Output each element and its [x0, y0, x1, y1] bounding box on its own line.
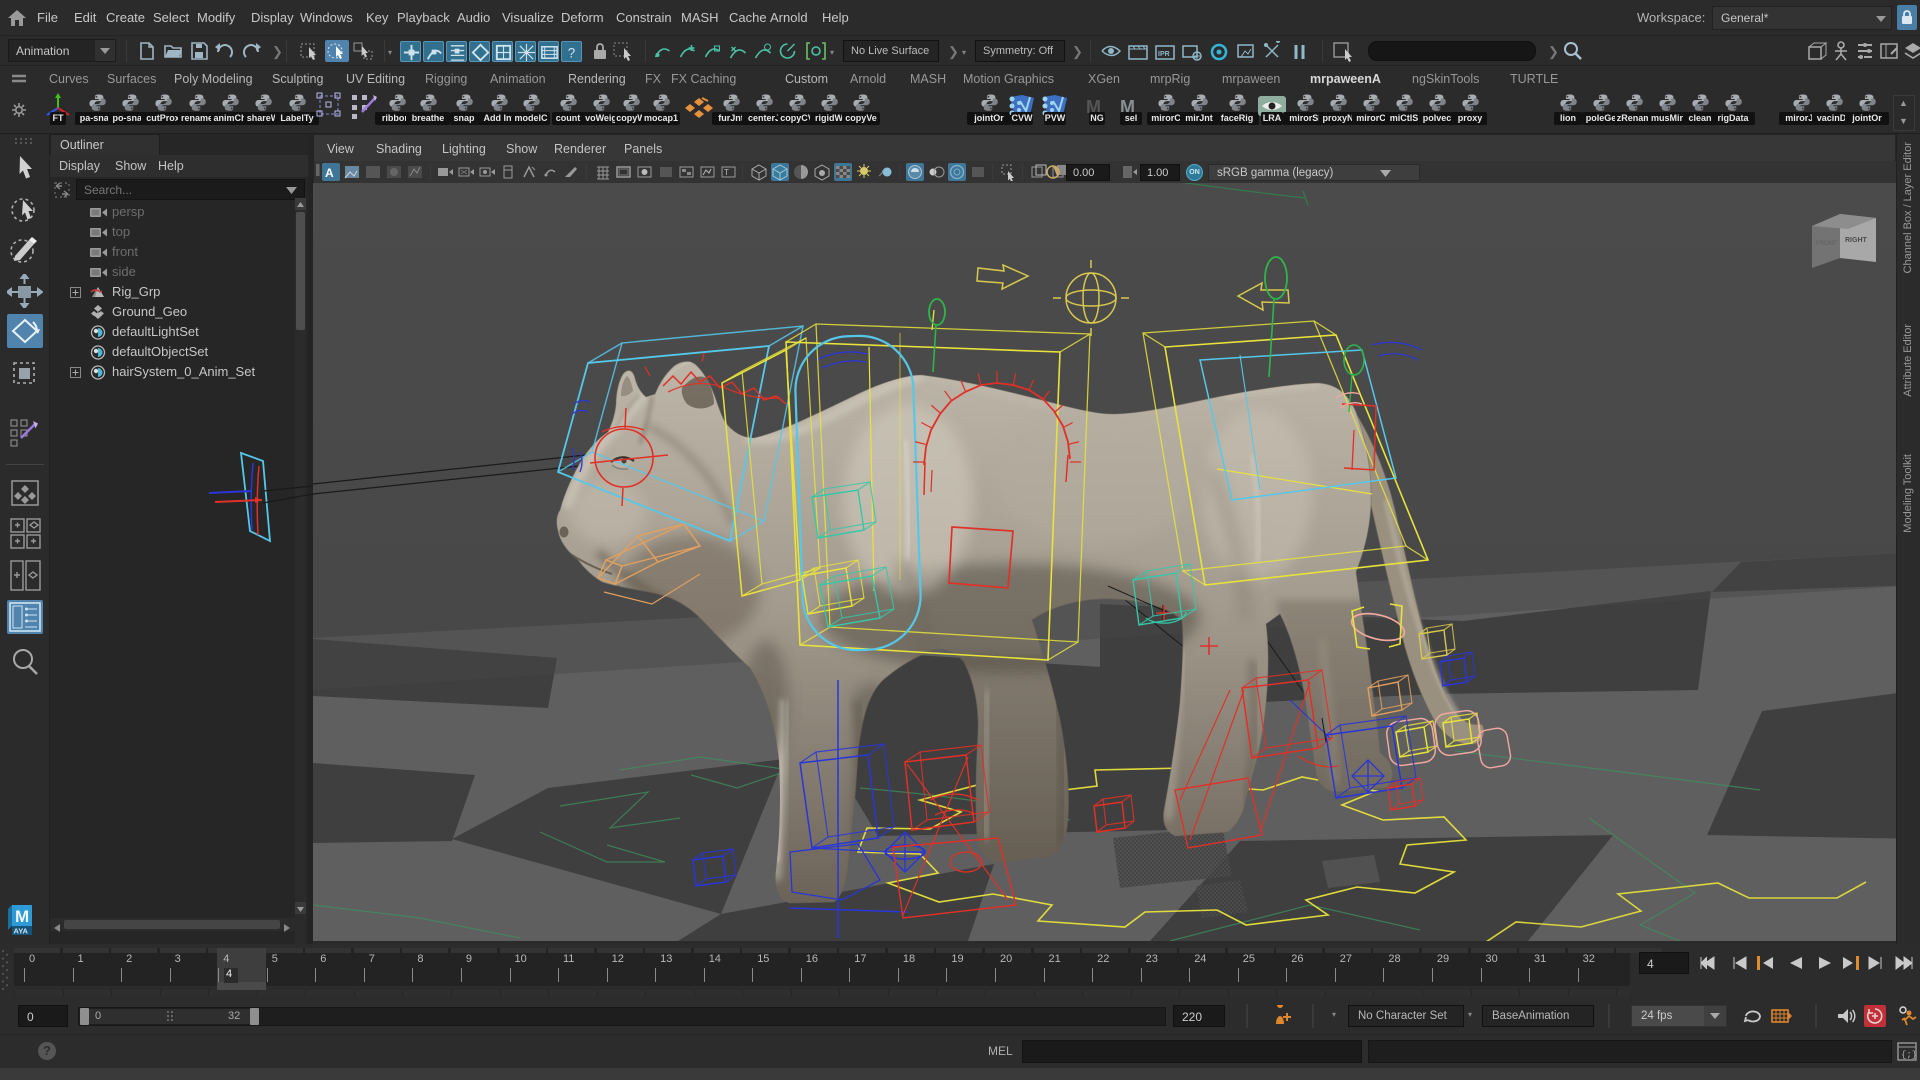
svg-text:IPR: IPR	[1158, 51, 1170, 58]
svg-text:RIGHT: RIGHT	[1845, 237, 1868, 244]
svg-text:AYA: AYA	[14, 927, 29, 936]
svg-text:{;}: {;}	[1901, 1050, 1917, 1060]
svg-text:FRONT: FRONT	[1816, 241, 1837, 247]
svg-text:?: ?	[568, 45, 575, 60]
svg-text:M: M	[15, 907, 29, 926]
svg-text:A: A	[325, 166, 334, 180]
svg-text:T: T	[724, 168, 729, 177]
